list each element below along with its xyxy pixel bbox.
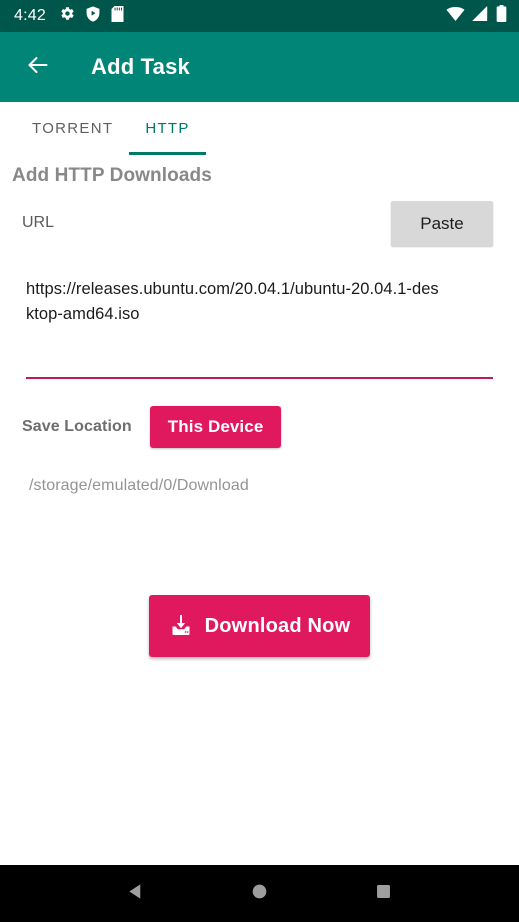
- tab-torrent[interactable]: TORRENT: [16, 102, 129, 155]
- page-title: Add Task: [91, 54, 190, 79]
- url-input[interactable]: https://releases.ubuntu.com/20.04.1/ubun…: [26, 275, 493, 379]
- nav-recents-button[interactable]: [361, 872, 405, 916]
- url-row: URL Paste: [0, 201, 519, 249]
- save-location-row: Save Location This Device: [0, 405, 282, 449]
- save-location-label: Save Location: [22, 418, 132, 435]
- download-button-wrapper: Download Now: [0, 595, 519, 657]
- android-nav-bar: [0, 865, 519, 922]
- status-bar-notification-icons: [60, 5, 124, 27]
- nav-home-button[interactable]: [237, 872, 281, 916]
- sd-card-icon: [111, 5, 124, 27]
- download-now-button[interactable]: Download Now: [149, 595, 370, 657]
- status-bar: 4:42: [0, 0, 519, 32]
- section-heading: Add HTTP Downloads: [12, 165, 212, 186]
- status-bar-clock: 4:42: [14, 7, 46, 24]
- battery-icon: [496, 5, 507, 27]
- recents-square-icon: [374, 882, 393, 906]
- url-input-value[interactable]: https://releases.ubuntu.com/20.04.1/ubun…: [26, 275, 446, 327]
- shield-play-icon: [86, 5, 100, 27]
- main-content: Add HTTP Downloads URL Paste https://rel…: [0, 155, 519, 865]
- status-bar-system-icons: [446, 5, 507, 27]
- tab-http[interactable]: HTTP: [129, 102, 207, 155]
- tab-http-label: HTTP: [145, 120, 190, 137]
- gear-icon: [60, 6, 75, 26]
- back-arrow-icon: [24, 53, 51, 82]
- download-icon: [169, 613, 193, 640]
- home-circle-icon: [250, 882, 269, 906]
- paste-button[interactable]: Paste: [391, 201, 493, 246]
- back-button[interactable]: [20, 50, 54, 84]
- this-device-button[interactable]: This Device: [149, 406, 282, 448]
- wifi-icon: [446, 6, 465, 26]
- app-window: 4:42 Add Task TORRENT HTTP Add HTTP Down…: [0, 0, 519, 922]
- app-bar: Add Task: [0, 32, 519, 102]
- save-path-text: /storage/emulated/0/Download: [29, 477, 249, 494]
- tab-bar: TORRENT HTTP: [0, 102, 519, 155]
- cell-signal-icon: [472, 6, 489, 26]
- nav-back-button[interactable]: [114, 872, 158, 916]
- tab-torrent-label: TORRENT: [32, 120, 114, 137]
- download-now-label: Download Now: [204, 614, 351, 637]
- back-triangle-icon: [126, 882, 145, 906]
- url-label: URL: [22, 214, 55, 231]
